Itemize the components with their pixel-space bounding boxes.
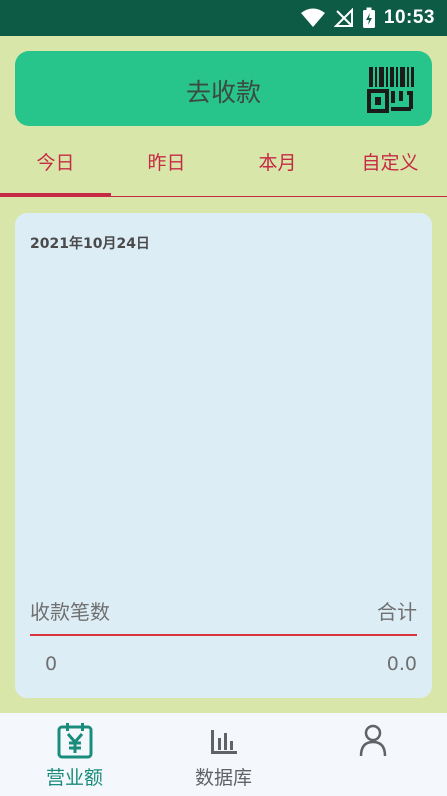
no-signal-icon [333,8,353,27]
bar-chart-icon [210,730,237,754]
active-tab-indicator [0,193,111,197]
tab-today[interactable]: 今日 [0,140,111,196]
nav-label-database: 数据库 [194,767,252,789]
bottom-navigation: 营业额 数据库 [0,713,447,796]
tab-yesterday[interactable]: 昨日 [111,140,222,196]
nav-label-revenue: 营业额 [45,767,103,789]
transaction-count-value: 0 [45,653,58,675]
barcode-scan-icon [367,67,414,113]
tab-custom[interactable]: 自定义 [333,140,447,196]
battery-charging-icon [362,7,375,28]
total-label: 合计 [377,600,417,624]
transaction-count-label: 收款笔数 [30,600,110,624]
revenue-summary-card: 2021年10月24日 收款笔数 合计 0 0.0 [15,213,432,698]
revenue-calendar-icon [57,723,92,759]
status-bar: 10:53 [0,0,447,36]
wifi-icon [300,8,325,27]
summary-date: 2021年10月24日 [30,236,150,252]
collect-payment-button[interactable]: 去收款 [15,51,432,126]
status-time: 10:53 [383,7,435,28]
summary-divider [30,634,417,636]
date-range-tabs: 今日 昨日 本月 自定义 [0,140,447,198]
person-icon [359,724,386,757]
tab-this-month[interactable]: 本月 [222,140,333,196]
status-icons: 10:53 [300,5,435,31]
total-value: 0.0 [386,653,417,675]
nav-item-profile[interactable] [298,713,447,796]
nav-item-revenue[interactable]: 营业额 [0,713,149,796]
nav-item-database[interactable]: 数据库 [149,713,298,796]
